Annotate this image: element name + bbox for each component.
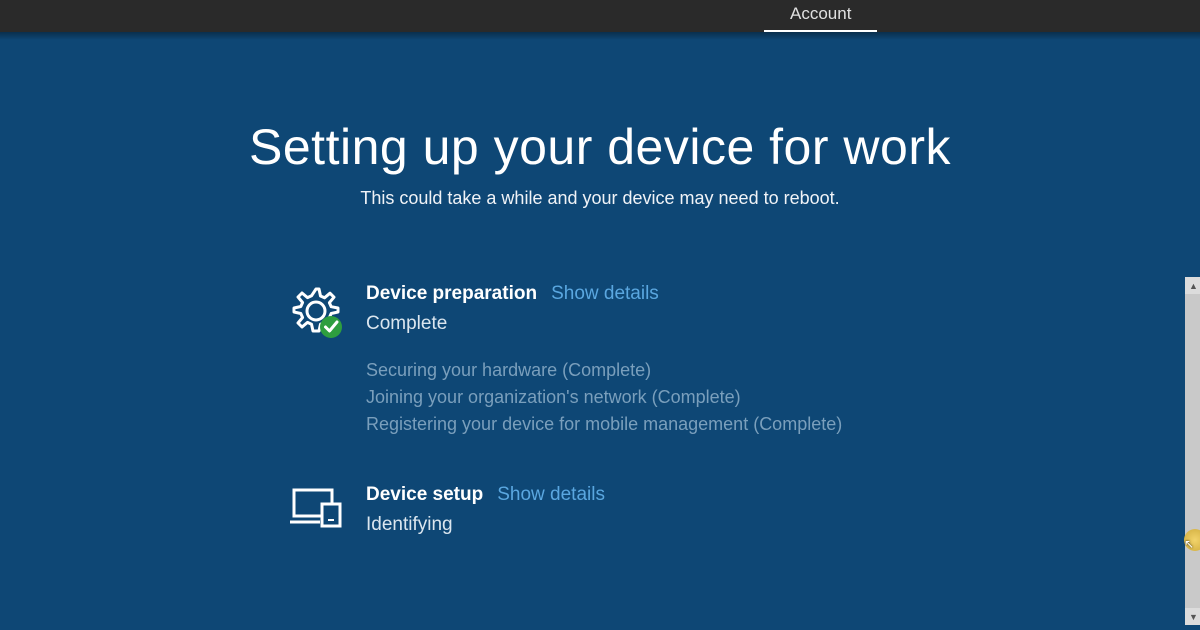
section-status: Identifying [366, 514, 910, 536]
scroll-down-arrow[interactable]: ▼ [1185, 608, 1200, 625]
tab-account[interactable]: Account [764, 0, 877, 32]
show-details-link[interactable]: Show details [497, 484, 605, 506]
gear-check-icon [290, 283, 346, 438]
header-shadow [0, 32, 1200, 40]
main-content: Setting up your device for work This cou… [0, 40, 1200, 536]
substep: Securing your hardware (Complete) [366, 357, 910, 384]
section-title: Device setup [366, 484, 483, 506]
page-title: Setting up your device for work [0, 118, 1200, 176]
scroll-up-arrow[interactable]: ▲ [1185, 277, 1200, 294]
section-substeps: Securing your hardware (Complete) Joinin… [366, 357, 910, 438]
page-subtitle: This could take a while and your device … [0, 188, 1200, 209]
scrollbar[interactable]: ▲ ▼ [1185, 277, 1200, 625]
cursor-icon: ↖ [1184, 537, 1194, 551]
section-device-setup: Device setup Show details Identifying [290, 484, 910, 536]
show-details-link[interactable]: Show details [551, 283, 659, 305]
section-device-preparation: Device preparation Show details Complete… [290, 283, 910, 438]
substep: Joining your organization's network (Com… [366, 384, 910, 411]
setup-steps: Device preparation Show details Complete… [290, 283, 910, 536]
section-status: Complete [366, 313, 910, 335]
section-title: Device preparation [366, 283, 537, 305]
devices-icon [290, 484, 346, 536]
top-bar: Account [0, 0, 1200, 32]
substep: Registering your device for mobile manag… [366, 411, 910, 438]
